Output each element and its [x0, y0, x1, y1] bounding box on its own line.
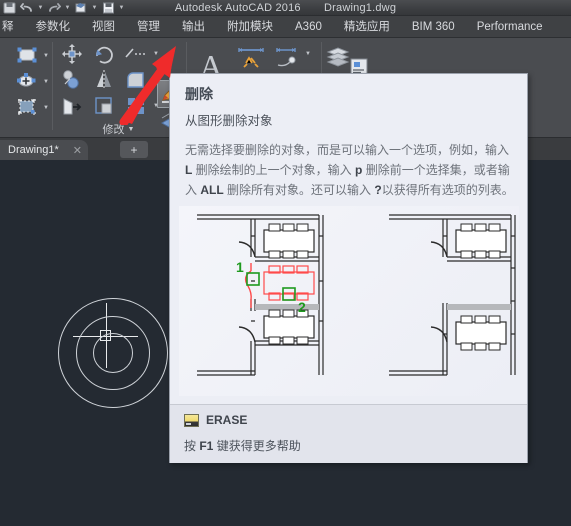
mirror-tool[interactable] [91, 68, 117, 92]
app-title: Autodesk AutoCAD 2016 [174, 2, 301, 14]
hatch-tool[interactable] [14, 96, 40, 118]
undo-dropdown-icon[interactable]: ▼ [37, 1, 44, 15]
help-hint-prefix: 按 [184, 439, 200, 453]
panel-draw: ▼ ▼ ▼ [0, 38, 52, 138]
help-hint-suffix: 键获得更多帮助 [213, 439, 301, 453]
leader-tool[interactable] [273, 44, 301, 72]
circle-inner [93, 333, 133, 373]
redo-dropdown-icon[interactable]: ▼ [64, 1, 71, 15]
ellipse-tool[interactable] [14, 70, 40, 92]
rectangle-dropdown-icon[interactable]: ▼ [43, 53, 49, 59]
svg-text:2: 2 [298, 299, 306, 315]
new-tab-button[interactable]: + [120, 141, 148, 158]
annotation-dropdown-icon[interactable]: ▼ [305, 51, 311, 57]
copy-tool[interactable] [59, 68, 85, 92]
array-tool[interactable] [123, 94, 149, 118]
tooltip-title: 删除 [185, 86, 213, 102]
ribbon-tab-manage[interactable]: 管理 [126, 16, 171, 38]
ribbon-tab-addins[interactable]: 附加模块 [216, 16, 284, 38]
redo-icon[interactable] [46, 1, 62, 15]
save-dropdown-icon[interactable]: ▼ [118, 1, 125, 15]
save-icon[interactable] [100, 1, 116, 15]
panel-expand-icon[interactable]: ▼ [128, 126, 135, 133]
ribbon-tab-view[interactable]: 视图 [81, 16, 126, 38]
fillet-tool[interactable] [123, 68, 149, 92]
autocad-window: ▼ ▼ ▼ ▼ Autodesk AutoCAD 2016 Drawing1.d… [0, 0, 571, 526]
scale-tool[interactable] [91, 94, 117, 118]
ribbon-tab-featured-apps[interactable]: 精选应用 [333, 16, 401, 38]
ellipse-dropdown-icon[interactable]: ▼ [43, 79, 49, 85]
plot-dropdown-icon[interactable]: ▼ [91, 1, 98, 15]
ribbon-tab-performance[interactable]: Performance [466, 16, 554, 38]
document-tab-drawing1[interactable]: Drawing1* ✕ [0, 140, 88, 160]
document-tab-label: Drawing1* [8, 144, 59, 156]
close-icon[interactable]: ✕ [73, 144, 82, 157]
tooltip-command-name: ERASE [206, 413, 248, 427]
stretch-tool[interactable] [59, 94, 85, 118]
move-tool[interactable] [59, 42, 85, 66]
undo-icon[interactable] [19, 1, 35, 15]
tooltip-footer: ERASE 按 F1 键获得更多帮助 [170, 405, 527, 463]
trim-tool[interactable] [123, 42, 149, 66]
ribbon-tab-a360[interactable]: A360 [284, 16, 333, 38]
title-bar: ▼ ▼ ▼ ▼ Autodesk AutoCAD 2016 Drawing1.d… [0, 0, 571, 16]
ribbon-tab-bim360[interactable]: BIM 360 [401, 16, 466, 38]
rotate-tool[interactable] [91, 42, 117, 66]
help-hint-key: F1 [199, 439, 214, 453]
tooltip-illustration: 1 2 [179, 206, 519, 396]
rectangle-tool[interactable] [14, 44, 40, 66]
tooltip-subtitle: 从图形删除对象 [185, 114, 273, 128]
trim-dropdown-icon[interactable]: ▼ [153, 51, 159, 57]
command-line-icon [184, 414, 199, 427]
tooltip-help-hint: 按 F1 键获得更多帮助 [184, 437, 301, 454]
tooltip-body: 无需选择要删除的对象，而是可以输入一个选项，例如，输入 L 删除绘制的上一个对象… [185, 143, 514, 197]
ribbon-tab-parametric[interactable]: 参数化 [25, 16, 82, 38]
ribbon-tab-annotate[interactable]: 释 [0, 16, 25, 38]
erase-tooltip: 删除 从图形删除对象 无需选择要删除的对象，而是可以输入一个选项，例如，输入 L… [169, 73, 528, 463]
quick-access-toolbar[interactable]: ▼ ▼ ▼ ▼ [0, 0, 125, 16]
dimension-tool[interactable] [235, 44, 267, 72]
hatch-dropdown-icon[interactable]: ▼ [43, 105, 49, 111]
save-as-icon[interactable] [1, 1, 17, 15]
document-title: Drawing1.dwg [324, 2, 397, 14]
svg-text:1: 1 [236, 259, 244, 275]
ribbon-tab-strip[interactable]: 释 参数化 视图 管理 输出 附加模块 A360 精选应用 BIM 360 Pe… [0, 16, 571, 38]
plot-icon[interactable] [73, 1, 89, 15]
ribbon-tab-output[interactable]: 输出 [171, 16, 216, 38]
